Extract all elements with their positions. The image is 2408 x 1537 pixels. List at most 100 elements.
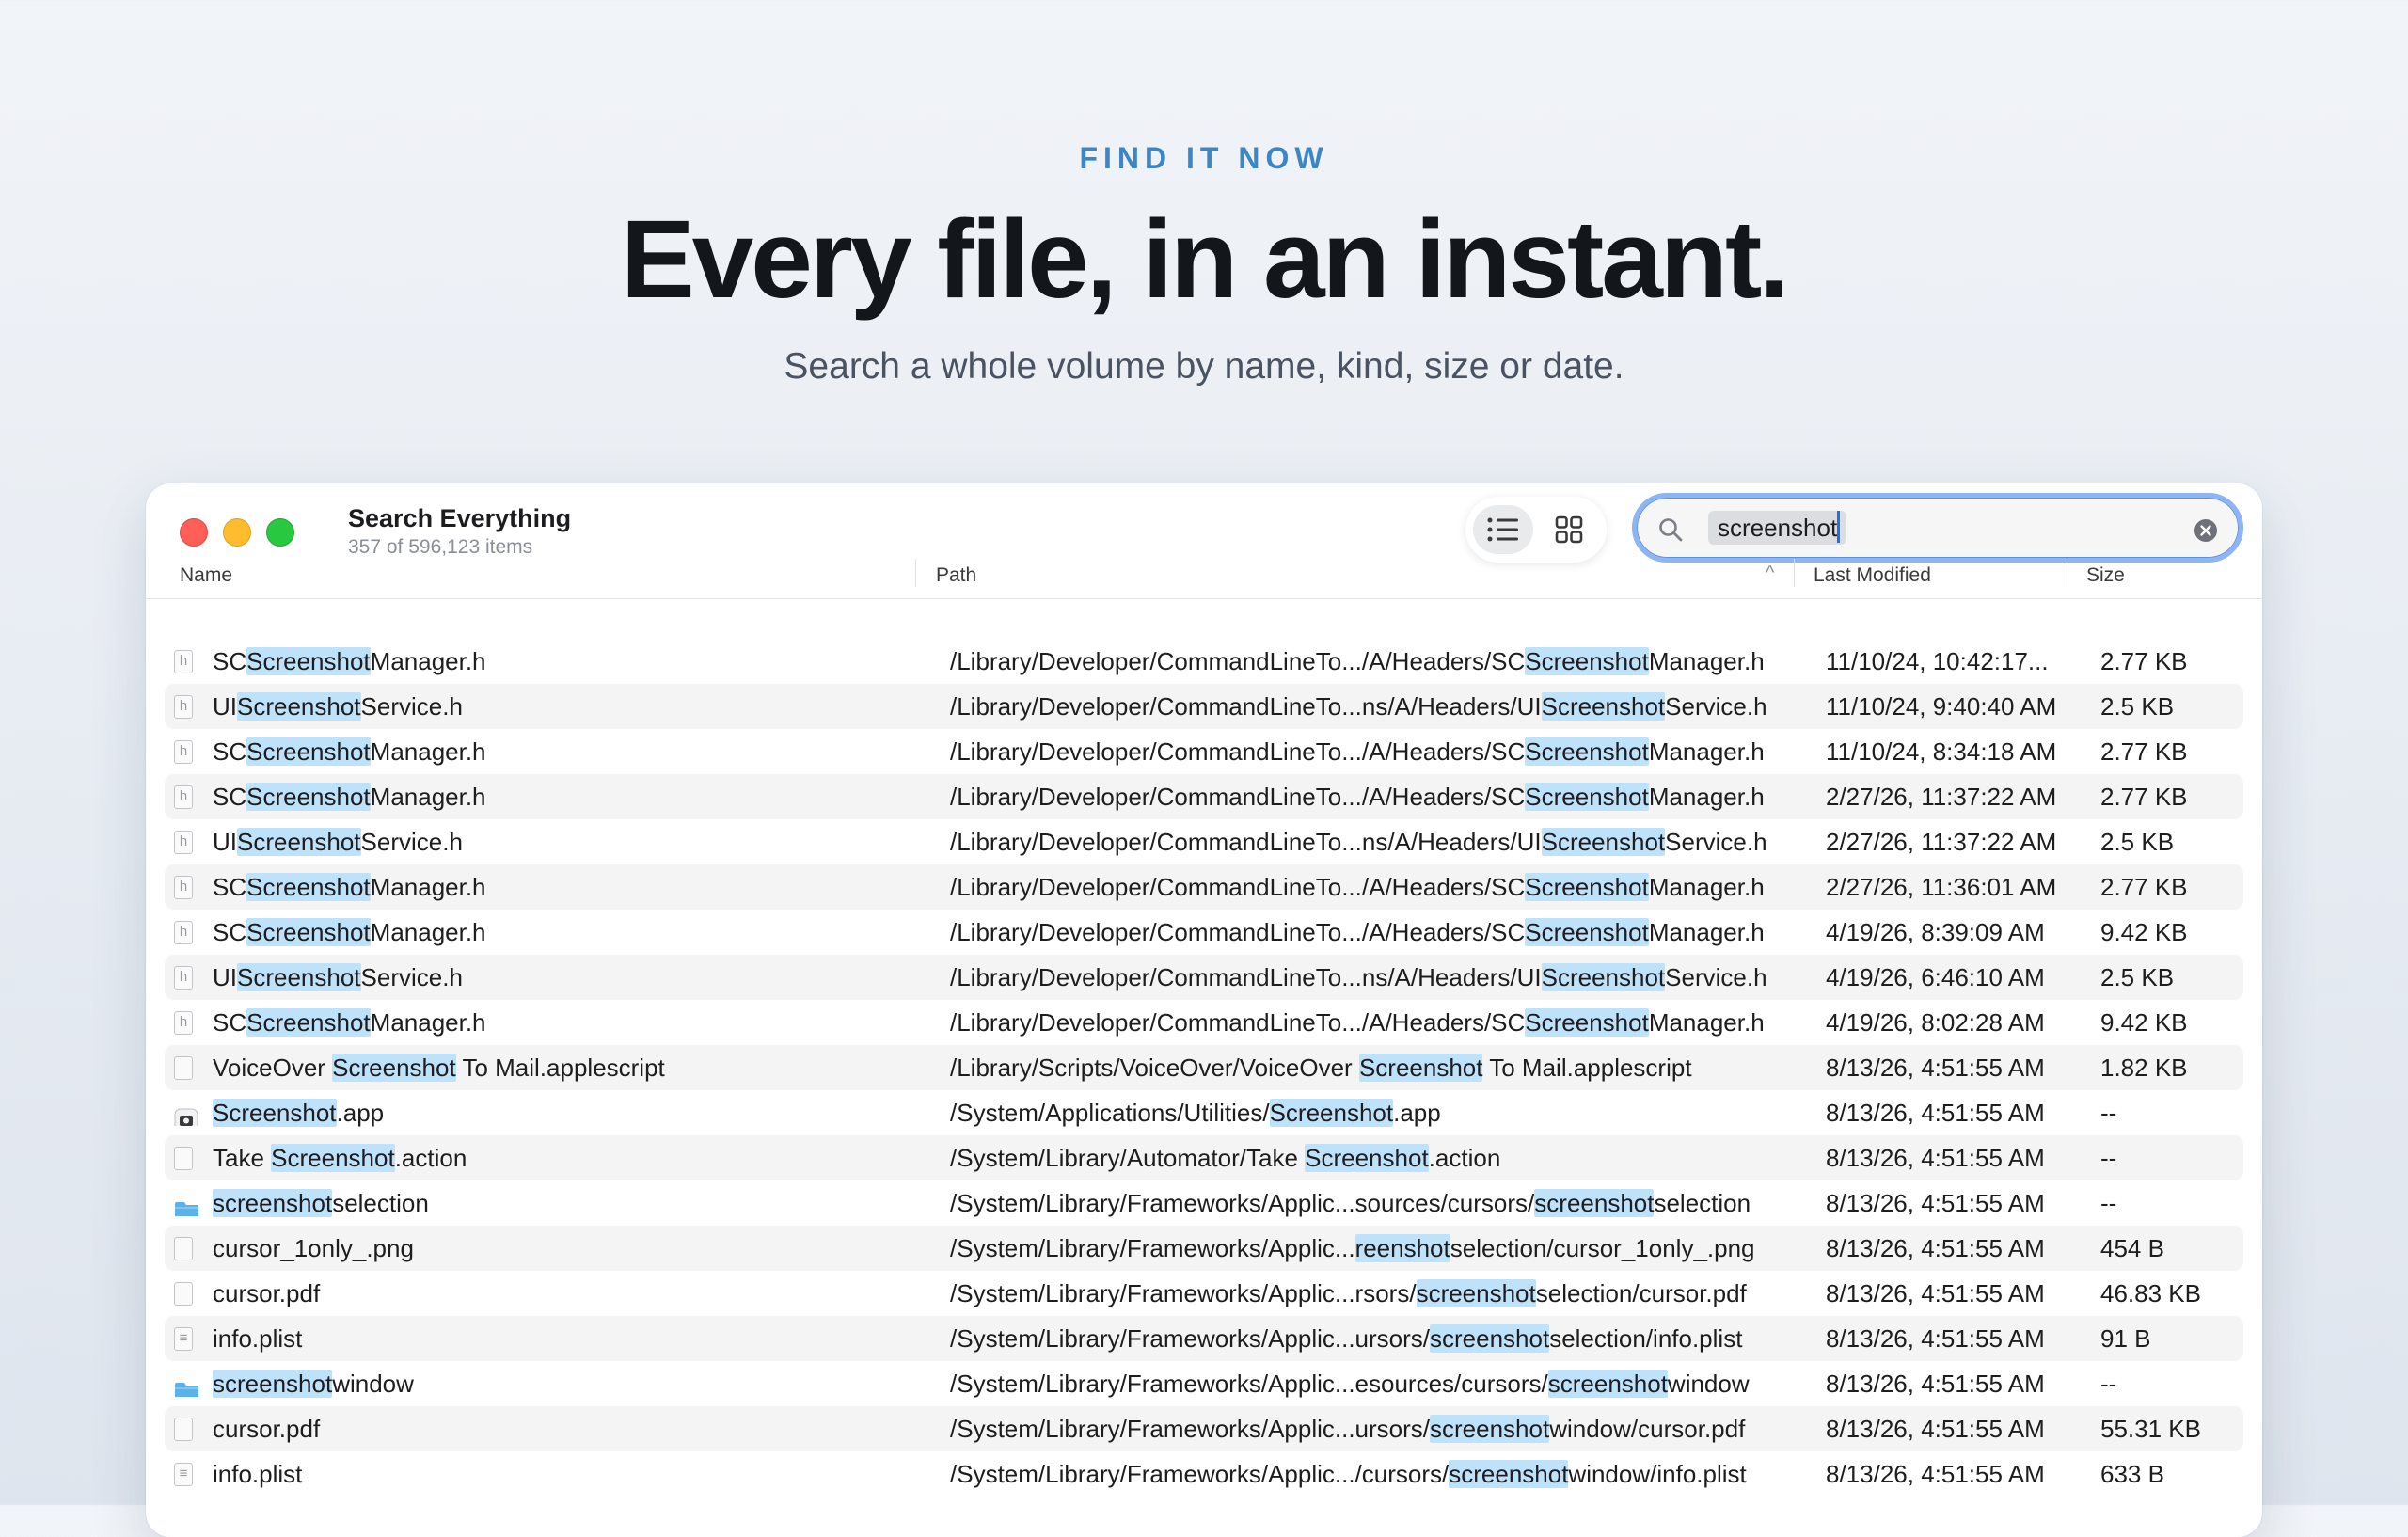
file-name-text: VoiceOver	[213, 1054, 333, 1082]
file-path: /System/Library/Frameworks/Applic...urso…	[950, 1406, 1797, 1451]
file-path-text: /System/Library/Frameworks/Applic...rsor…	[950, 1279, 1417, 1307]
result-row[interactable]: h SCScreenshotManager.h/Library/Developer…	[165, 774, 2243, 819]
file-path: /System/Library/Automator/Take Screensho…	[950, 1135, 1797, 1180]
clear-search-icon[interactable]	[2194, 518, 2218, 543]
sort-ascending-icon: ^	[1766, 563, 1775, 583]
search-query-token[interactable]: screenshot	[1708, 511, 1847, 545]
app-window: Search Everything 357 of 596,123 items s…	[146, 483, 2262, 1537]
file-path: /Library/Developer/CommandLineTo...ns/A/…	[950, 955, 1797, 1000]
file-name: cursor_1only_.png	[213, 1226, 909, 1271]
file-size: 55.31 KB	[2100, 1415, 2201, 1443]
file-name-match-highlight: Screenshot	[237, 828, 361, 856]
file-size: 9.42 KB	[2100, 918, 2188, 946]
file-name-match-highlight: Screenshot	[237, 963, 361, 991]
file-path: /Library/Developer/CommandLineTo.../A/He…	[950, 1000, 1797, 1045]
last-modified: 2/27/26, 11:37:22 AM	[1826, 828, 2057, 856]
result-row[interactable]: cursor.pdf/System/Library/Frameworks/App…	[165, 1406, 2243, 1451]
result-row[interactable]: h SCScreenshotManager.h/Library/Developer…	[165, 729, 2243, 774]
file-size: 2.77 KB	[2100, 647, 2188, 675]
last-modified: 8/13/26, 4:51:55 AM	[1826, 1324, 2045, 1353]
result-row[interactable]: h UIScreenshotService.h/Library/Developer…	[165, 684, 2243, 729]
result-row[interactable]: screenshotwindow/System/Library/Framewor…	[165, 1361, 2243, 1406]
file-name-match-highlight: Screenshot	[246, 783, 371, 811]
file-path: /System/Library/Frameworks/Applic...esou…	[950, 1361, 1797, 1406]
last-modified: 11/10/24, 10:42:17...	[1826, 647, 2049, 675]
result-row[interactable]: Take Screenshot.action/System/Library/Au…	[165, 1135, 2243, 1180]
file-path-match-highlight: screenshot	[1449, 1460, 1569, 1488]
result-row[interactable]: screenshotselection/System/Library/Frame…	[165, 1180, 2243, 1226]
column-divider[interactable]	[915, 559, 916, 587]
close-window-button[interactable]	[180, 518, 208, 547]
file-path-match-highlight: Screenshot	[1305, 1144, 1429, 1172]
file-path: /Library/Scripts/VoiceOver/VoiceOver Scr…	[950, 1045, 1797, 1090]
file-name-text: SC	[213, 918, 247, 946]
grid-view-icon	[1555, 515, 1583, 544]
result-row[interactable]: cursor.pdf/System/Library/Frameworks/App…	[165, 1271, 2243, 1316]
file-name-text: Service.h	[360, 692, 463, 721]
result-row[interactable]: ≡ info.plist/System/Library/Frameworks/Ap…	[165, 1316, 2243, 1361]
file-name-text: Manager.h	[370, 647, 486, 675]
pdf-file-icon	[174, 1282, 198, 1307]
file-name-text: selection	[332, 1189, 429, 1217]
screenshot-app-icon	[174, 1101, 198, 1126]
column-header-name[interactable]: Name	[180, 564, 232, 587]
column-header-path[interactable]: Path	[936, 564, 976, 587]
result-row[interactable]: Screenshot.app/System/Applications/Utili…	[165, 1090, 2243, 1135]
result-row[interactable]: VoiceOver Screenshot To Mail.applescript…	[165, 1045, 2243, 1090]
file-size: 2.77 KB	[2100, 783, 2188, 811]
file-path-text: To Mail.applescript	[1482, 1054, 1692, 1082]
header-file-icon: h	[174, 876, 198, 900]
file-path-text: /Library/Developer/CommandLineTo.../A/He…	[950, 737, 1526, 766]
file-name-text: Take	[213, 1144, 272, 1172]
result-row[interactable]: ≡ info.plist/System/Library/Frameworks/Ap…	[165, 1451, 2243, 1497]
last-modified: 8/13/26, 4:51:55 AM	[1826, 1460, 2045, 1488]
result-row[interactable]: h SCScreenshotManager.h/Library/Developer…	[165, 864, 2243, 910]
header-file-icon: h	[174, 695, 198, 720]
result-row[interactable]: h SCScreenshotManager.h/Library/Developer…	[165, 910, 2243, 955]
header-file-icon: h	[174, 785, 198, 810]
minimize-window-button[interactable]	[223, 518, 251, 547]
file-path-match-highlight: Screenshot	[1269, 1099, 1394, 1127]
file-name-text: info.plist	[213, 1460, 303, 1488]
last-modified: 11/10/24, 8:34:18 AM	[1826, 737, 2057, 766]
window-title: Search Everything	[348, 504, 572, 532]
last-modified: 8/13/26, 4:51:55 AM	[1826, 1189, 2045, 1217]
file-path-match-highlight: screenshot	[1534, 1189, 1655, 1217]
file-size: 2.5 KB	[2100, 828, 2175, 856]
column-divider[interactable]	[1794, 559, 1795, 587]
header-file-icon: h	[174, 921, 198, 945]
file-path: /Library/Developer/CommandLineTo...ns/A/…	[950, 819, 1797, 864]
file-name-match-highlight: Screenshot	[246, 873, 371, 901]
column-header-last-modified[interactable]: Last Modified	[1814, 564, 1931, 587]
file-path-match-highlight: screenshot	[1430, 1415, 1550, 1443]
file-path-text: Manager.h	[1648, 918, 1765, 946]
file-path-text: selection	[1654, 1189, 1751, 1217]
result-row[interactable]: h SCScreenshotManager.h/Library/Developer…	[165, 1000, 2243, 1045]
result-row[interactable]: h SCScreenshotManager.h/Library/Developer…	[165, 639, 2243, 684]
file-path-text: /System/Library/Automator/Take	[950, 1144, 1306, 1172]
file-path-text: Manager.h	[1648, 783, 1765, 811]
file-path-text: window	[1667, 1370, 1750, 1398]
file-path-text: .action	[1428, 1144, 1501, 1172]
file-name: SCScreenshotManager.h	[213, 774, 909, 819]
column-header-size[interactable]: Size	[2086, 564, 2125, 587]
file-path: /Library/Developer/CommandLineTo.../A/He…	[950, 729, 1797, 774]
file-path-text: /System/Applications/Utilities/	[950, 1099, 1270, 1127]
last-modified: 2/27/26, 11:36:01 AM	[1826, 873, 2057, 901]
file-path: /System/Library/Frameworks/Applic...sour…	[950, 1180, 1797, 1226]
file-path-text: /Library/Developer/CommandLineTo...ns/A/…	[950, 828, 1542, 856]
column-header-bar: Name Path ^ Last Modified Size	[146, 544, 2262, 599]
result-row[interactable]: cursor_1only_.png/System/Library/Framewo…	[165, 1226, 2243, 1271]
file-path-text: /Library/Developer/CommandLineTo...ns/A/…	[950, 692, 1542, 721]
header-file-icon: h	[174, 650, 198, 674]
file-name: info.plist	[213, 1316, 909, 1361]
file-path: /Library/Developer/CommandLineTo.../A/He…	[950, 910, 1797, 955]
result-row[interactable]: h UIScreenshotService.h/Library/Developer…	[165, 819, 2243, 864]
hero-headline: Every file, in an instant.	[620, 198, 1790, 322]
file-path: /Library/Developer/CommandLineTo.../A/He…	[950, 639, 1797, 684]
zoom-window-button[interactable]	[266, 518, 294, 547]
result-row[interactable]: h UIScreenshotService.h/Library/Developer…	[165, 955, 2243, 1000]
file-path-text: /System/Library/Frameworks/Applic.../cur…	[950, 1460, 1450, 1488]
file-name-text: UI	[213, 828, 237, 856]
last-modified: 8/13/26, 4:51:55 AM	[1826, 1234, 2045, 1262]
